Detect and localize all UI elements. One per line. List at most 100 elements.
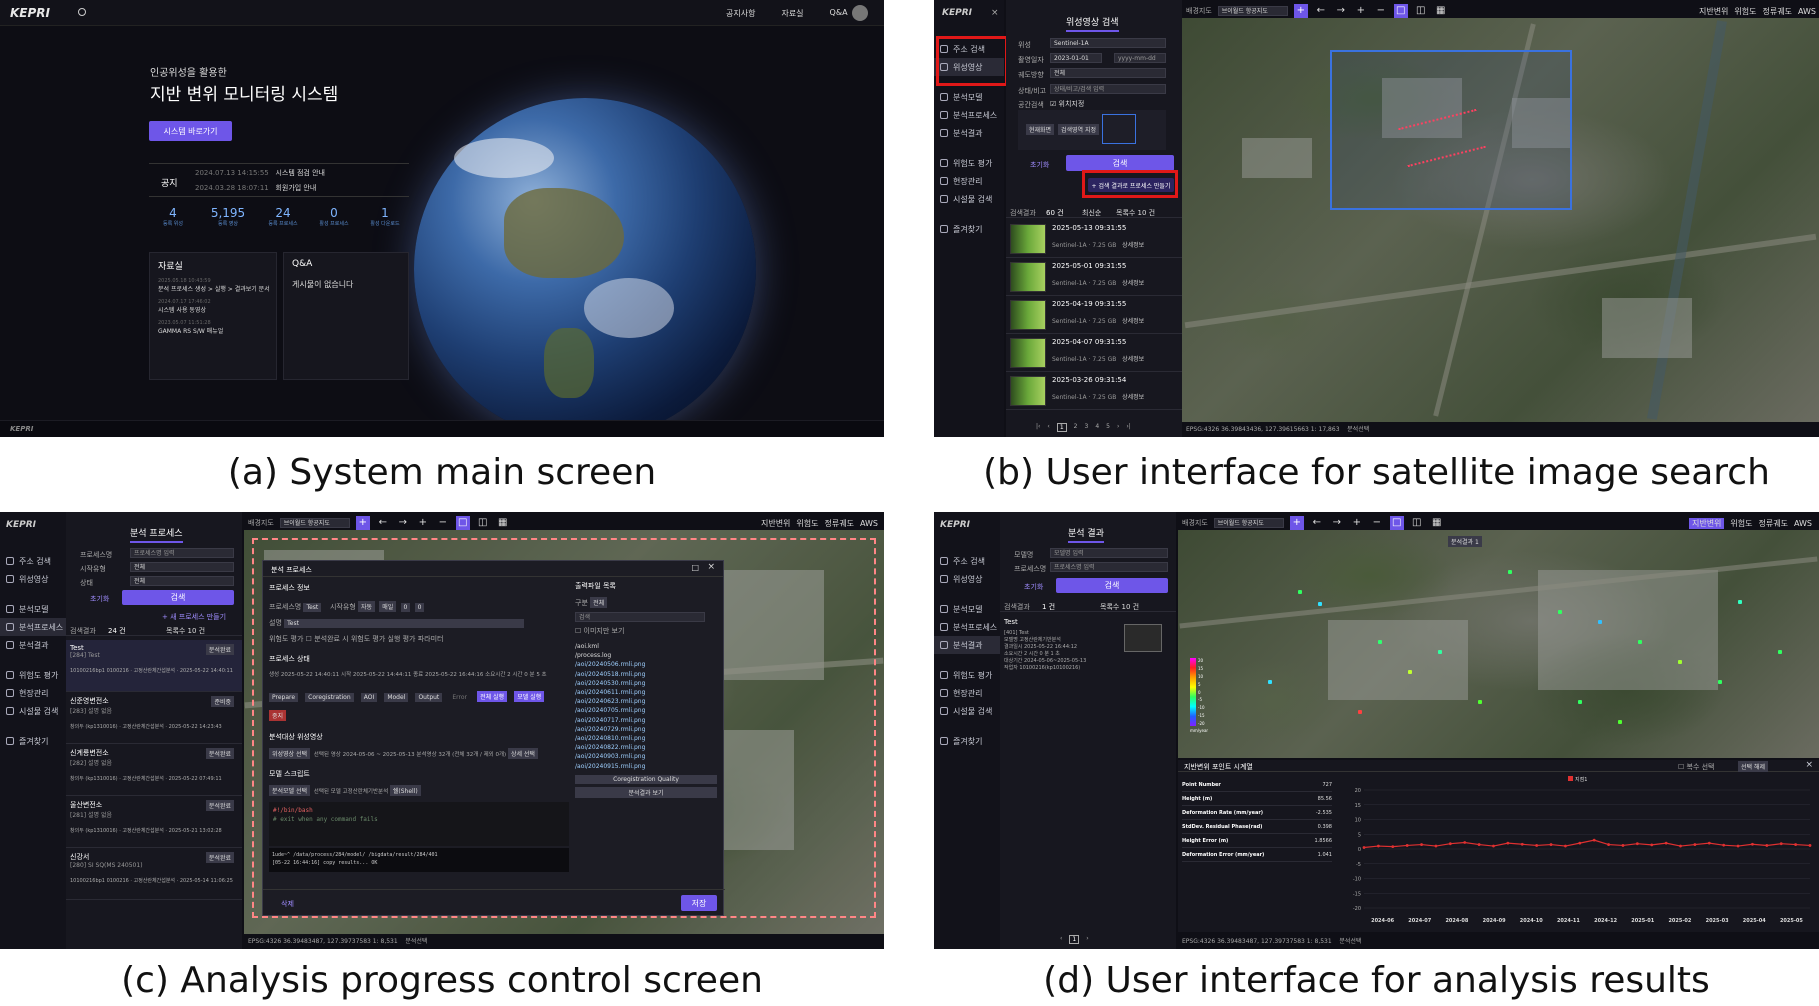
page-1[interactable]: 1 xyxy=(1056,423,1067,432)
split-view-icon[interactable]: ◫ xyxy=(1410,516,1424,530)
spatial-checkbox[interactable]: ☑ 위치지정 xyxy=(1050,99,1084,109)
file-item[interactable]: /aoi.kml xyxy=(575,642,719,651)
file-item[interactable]: /aoi/20240915.rmli.png xyxy=(575,762,719,771)
notice-item[interactable]: 2024.07.13 14:15:55 시스템 점검 안내 xyxy=(195,168,325,178)
page-5[interactable]: 5 xyxy=(1106,423,1110,432)
sidebar-item-process[interactable]: 분석프로세스 xyxy=(934,106,1004,124)
tool-aws[interactable]: AWS xyxy=(1798,7,1816,16)
nav-notice[interactable]: 공지사항 xyxy=(726,8,755,19)
view-result-button[interactable]: 분석결과 보기 xyxy=(575,786,717,798)
nav-archive[interactable]: 자료실 xyxy=(781,8,803,19)
basemap-select[interactable]: 브이월드 항공지도 xyxy=(279,518,350,528)
sidebar-item-model[interactable]: 분석모델 xyxy=(934,600,1000,618)
sidebar-item-model[interactable]: 분석모델 xyxy=(0,600,66,618)
process-name-input[interactable]: 프로세스명 입력 xyxy=(1050,562,1168,572)
zoom-in-icon[interactable]: + xyxy=(1350,516,1364,530)
reset-button[interactable]: 초기화 xyxy=(90,594,109,604)
back-icon[interactable]: ← xyxy=(376,516,390,530)
nav-qa[interactable]: Q&A xyxy=(830,8,848,19)
tool-aws[interactable]: AWS xyxy=(1794,519,1812,528)
basemap-select[interactable]: 브이월드 항공지도 xyxy=(1217,6,1288,16)
detail-link[interactable]: 상세정보 xyxy=(1122,242,1144,249)
file-item[interactable]: /aoi/20240518.rmli.png xyxy=(575,670,719,679)
description-field[interactable]: Test xyxy=(284,619,525,628)
process-name-field[interactable]: Test xyxy=(303,603,322,612)
sidebar-item-risk[interactable]: 위험도 평가 xyxy=(934,154,1004,172)
model-name-input[interactable]: 모델명 입력 xyxy=(1050,548,1168,558)
list-item[interactable]: Test [284] Test 분석완료 10100216bp1 0100216 … xyxy=(66,640,242,692)
list-item[interactable]: 신계룡변전소 [282] 설명 없음 분석완료 창의두 (kp1310016) ·… xyxy=(66,744,242,796)
result-thumbnail[interactable] xyxy=(1124,624,1162,652)
avatar[interactable] xyxy=(852,5,868,21)
search-button[interactable]: 검색 xyxy=(1056,578,1168,593)
map-view[interactable]: 분석결과 1 20 15 10 5 0 -5 -10 -15 -20 mm/year xyxy=(1178,530,1819,758)
close-icon[interactable]: × xyxy=(991,8,999,18)
detail-link[interactable]: 상세정보 xyxy=(1122,356,1144,363)
single-view-icon[interactable]: □ xyxy=(1389,516,1404,530)
forward-icon[interactable]: → xyxy=(1334,4,1348,18)
hour-select[interactable]: 0 xyxy=(400,603,411,612)
file-item[interactable]: /aoi/20240717.rmli.png xyxy=(575,716,719,725)
clear-selection-button[interactable]: 선택 해제 xyxy=(1738,761,1768,772)
list-item[interactable]: 2025-04-19 09:31:55 Sentinel-1A · 7.25 GB… xyxy=(1006,296,1182,334)
tool-orbit[interactable]: 정류궤도 xyxy=(825,518,854,529)
sidebar-item-model[interactable]: 분석모델 xyxy=(934,88,1004,106)
tool-risk[interactable]: 위험도 xyxy=(796,518,818,529)
sort-select[interactable]: 최신순 xyxy=(1082,208,1101,218)
tool-displacement[interactable]: 지반변위 xyxy=(1699,6,1728,17)
page-4[interactable]: 4 xyxy=(1095,423,1099,432)
logo[interactable]: KEPRI xyxy=(10,6,50,20)
file-item[interactable]: /aoi/20240705.rmli.png xyxy=(575,706,719,715)
page-1[interactable]: 1 xyxy=(1069,935,1080,944)
sidebar-item-favorites[interactable]: 즐겨찾기 xyxy=(934,732,1000,750)
page-prev[interactable]: ‹ xyxy=(1047,423,1049,432)
detail-link[interactable]: 상세정보 xyxy=(1122,394,1144,401)
split-view-icon[interactable]: ◫ xyxy=(476,516,490,530)
sidebar-item-facility[interactable]: 시설물 검색 xyxy=(0,702,66,720)
archive-item[interactable]: 2025.05.18 10:43:59 분석 프로세스 생성 > 실행 > 결과보… xyxy=(158,278,270,293)
result-layer-badge[interactable]: 분석결과 1 xyxy=(1448,536,1482,547)
back-icon[interactable]: ← xyxy=(1314,4,1328,18)
system-go-button[interactable]: 시스템 바로가기 xyxy=(149,121,232,141)
tool-orbit[interactable]: 정류궤도 xyxy=(1763,6,1792,17)
date-to-input[interactable]: yyyy-mm-dd xyxy=(1114,53,1166,63)
page-2[interactable]: 2 xyxy=(1074,423,1078,432)
start-type-select[interactable]: 자동 xyxy=(357,601,375,612)
notice-item[interactable]: 2024.03.28 18:07:11 회원가입 안내 xyxy=(195,183,325,193)
tool-risk[interactable]: 위험도 xyxy=(1734,6,1756,17)
add-icon[interactable]: + xyxy=(1293,4,1308,18)
sidebar-item-site[interactable]: 현장관리 xyxy=(0,684,66,702)
sidebar-item-address[interactable]: 주소 검색 xyxy=(934,552,1000,570)
detail-select-button[interactable]: 상세 선택 xyxy=(507,748,538,759)
file-item[interactable]: /aoi/20240729.rmli.png xyxy=(575,725,719,734)
page-3[interactable]: 3 xyxy=(1084,423,1088,432)
sidebar-item-satellite[interactable]: 위성영상 xyxy=(934,570,1000,588)
run-all-button[interactable]: 전체 실행 xyxy=(477,691,508,702)
tool-orbit[interactable]: 정류궤도 xyxy=(1759,518,1788,529)
detail-link[interactable]: 상세정보 xyxy=(1122,318,1144,325)
forward-icon[interactable]: → xyxy=(1330,516,1344,530)
risk-checkbox[interactable]: ☐ 분석완료 시 위험도 평가 실행 xyxy=(306,635,401,643)
start-type-select[interactable]: 전체 xyxy=(130,562,234,572)
split-view-icon[interactable]: ◫ xyxy=(1414,4,1428,18)
archive-item[interactable]: 2023.05.07 11:51:28 GAMMA RS S/W 매뉴얼 xyxy=(158,320,268,335)
area-select-button[interactable]: 검색영역 지정 xyxy=(1058,124,1100,135)
close-icon[interactable]: × xyxy=(707,562,715,572)
sidebar-item-site[interactable]: 현장관리 xyxy=(934,684,1000,702)
page-prev[interactable]: ‹ xyxy=(1060,935,1062,944)
file-item[interactable]: /aoi/20240506.rmli.png xyxy=(575,660,719,669)
grid-view-icon[interactable]: ▦ xyxy=(1430,516,1444,530)
list-item[interactable]: 울산변전소 [281] 설명 없음 분석완료 창의두 (kp1310016) · … xyxy=(66,796,242,848)
list-item[interactable]: 2025-05-01 09:31:55 Sentinel-1A · 7.25 GB… xyxy=(1006,258,1182,296)
file-item[interactable]: /aoi/20240822.rmli.png xyxy=(575,743,719,752)
back-icon[interactable]: ← xyxy=(1310,516,1324,530)
sidebar-item-result[interactable]: 분석결과 xyxy=(934,636,1000,654)
list-item[interactable]: 2025-04-07 09:31:55 Sentinel-1A · 7.25 GB… xyxy=(1006,334,1182,372)
search-button[interactable]: 검색 xyxy=(1066,155,1174,171)
file-item[interactable]: /aoi/20240623.rmli.png xyxy=(575,697,719,706)
tool-displacement[interactable]: 지반변위 xyxy=(1688,517,1725,529)
basemap-select[interactable]: 브이월드 항공지도 xyxy=(1213,518,1284,528)
sidebar-item-risk[interactable]: 위험도 평가 xyxy=(934,666,1000,684)
file-search-input[interactable]: 검색 xyxy=(575,612,705,622)
multi-select-checkbox[interactable]: ☐ 복수 선택 xyxy=(1678,762,1715,772)
